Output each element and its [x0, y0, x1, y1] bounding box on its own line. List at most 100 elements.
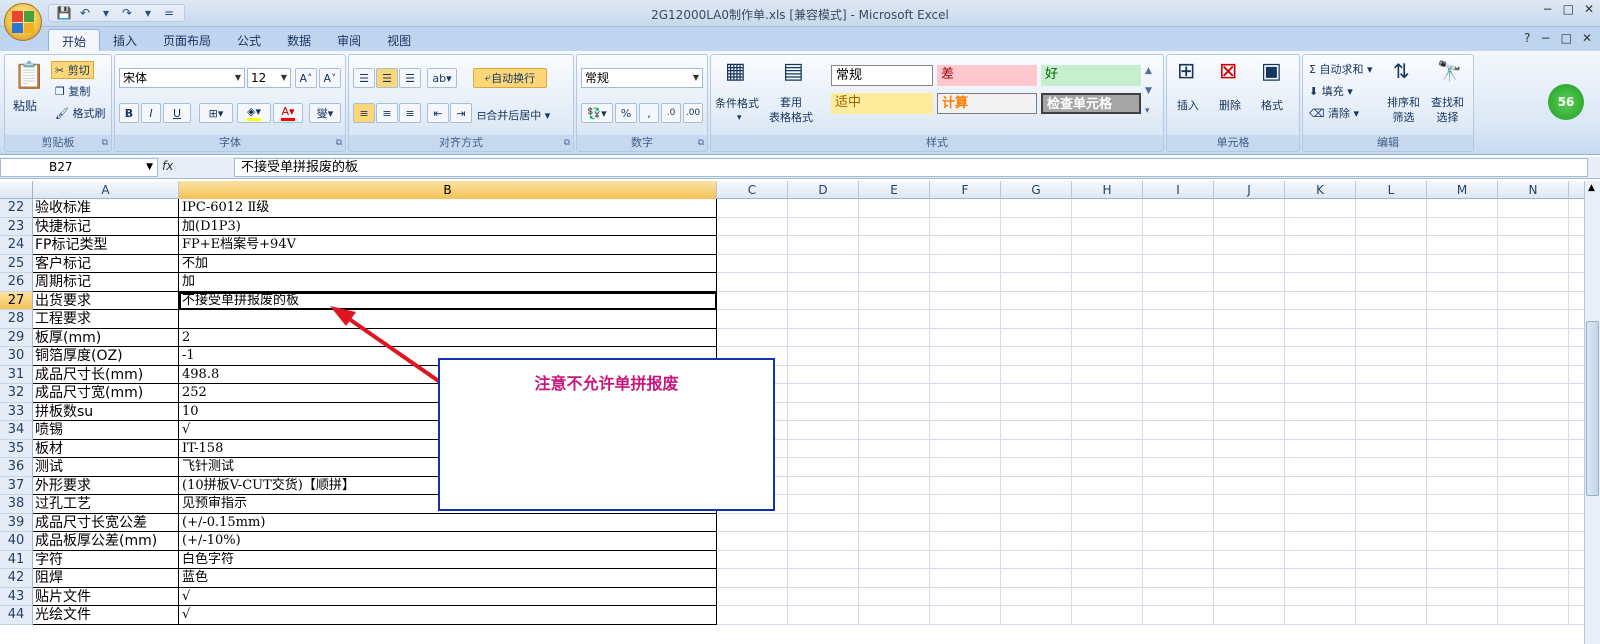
cell-b[interactable]: 蓝色: [179, 569, 717, 588]
row-header[interactable]: 37: [0, 476, 33, 495]
style-check-cell[interactable]: 检查单元格: [1041, 93, 1141, 114]
alignment-launcher-icon[interactable]: ⧉: [564, 138, 570, 148]
row-header[interactable]: 33: [0, 402, 33, 421]
office-button[interactable]: [4, 3, 42, 41]
row-header[interactable]: 23: [0, 217, 33, 236]
row-header[interactable]: 26: [0, 273, 33, 292]
format-painter-button[interactable]: 🖌 格式刷: [55, 105, 105, 121]
row-header[interactable]: 32: [0, 384, 33, 403]
decrease-decimal-button[interactable]: .00: [683, 103, 703, 123]
cell-b[interactable]: (+/-10%): [179, 532, 717, 551]
cell-b[interactable]: √: [179, 587, 717, 606]
format-cells-icon[interactable]: ▣: [1261, 59, 1282, 84]
row-header[interactable]: 30: [0, 347, 33, 366]
conditional-format-icon[interactable]: ▦: [725, 59, 746, 84]
tab-formulas[interactable]: 公式: [224, 29, 274, 53]
decrease-indent-button[interactable]: ⇤: [427, 103, 449, 123]
doc-minimize-button[interactable]: −: [1541, 31, 1551, 45]
column-header-H[interactable]: H: [1072, 181, 1143, 199]
align-center-button[interactable]: ≡: [376, 103, 398, 123]
row-header[interactable]: 36: [0, 458, 33, 477]
style-calculation[interactable]: 计算: [937, 93, 1037, 114]
column-header-N[interactable]: N: [1498, 181, 1569, 199]
styles-scroll-icon[interactable]: ▲ ▼ ▾: [1145, 61, 1152, 121]
table-format-button[interactable]: 套用 表格格式: [769, 95, 813, 125]
table-format-icon[interactable]: ▤: [783, 59, 804, 84]
style-bad[interactable]: 差: [937, 65, 1037, 86]
cell-a[interactable]: 成品板厚公差(mm): [33, 532, 179, 551]
sort-filter-button[interactable]: 排序和 筛选: [1387, 95, 1420, 125]
currency-button[interactable]: 💱▾: [581, 103, 613, 123]
cell-a[interactable]: 成品尺寸长宽公差: [33, 513, 179, 532]
formula-input[interactable]: 不接受单拼报废的板: [234, 158, 1588, 177]
worksheet-grid[interactable]: ABCDEFGHIJKLMN 22 验收标准 IPC-6012 Ⅱ级 23 快捷标记 加(…: [0, 181, 1584, 644]
tab-home[interactable]: 开始: [48, 29, 101, 53]
row-header[interactable]: 43: [0, 587, 33, 606]
align-bottom-button[interactable]: ☰: [399, 68, 421, 88]
find-binoculars-icon[interactable]: 🔭: [1437, 59, 1462, 83]
align-top-button[interactable]: ☰: [353, 68, 375, 88]
row-header[interactable]: 28: [0, 310, 33, 329]
column-header-E[interactable]: E: [859, 181, 930, 199]
scroll-up-icon[interactable]: ▲: [1588, 183, 1595, 193]
copy-button[interactable]: ❐ 复制: [55, 83, 90, 99]
cell-a[interactable]: FP标记类型: [33, 236, 179, 255]
comma-button[interactable]: ,: [639, 103, 659, 123]
sort-filter-icon[interactable]: ⇅: [1393, 59, 1410, 83]
cell-b[interactable]: IPC-6012 Ⅱ级: [179, 199, 717, 218]
number-format-combo[interactable]: 常规 ▼: [581, 68, 703, 88]
cell-a[interactable]: 成品尺寸长(mm): [33, 365, 179, 384]
align-left-button[interactable]: ≡: [353, 103, 375, 123]
cell-a[interactable]: 板材: [33, 439, 179, 458]
cell-a[interactable]: 客户标记: [33, 254, 179, 273]
tab-insert[interactable]: 插入: [100, 29, 150, 53]
cell-a[interactable]: 工程要求: [33, 310, 179, 329]
cond-dropdown-icon[interactable]: ▾: [737, 113, 742, 123]
autosum-button[interactable]: Σ 自动求和 ▾: [1309, 61, 1372, 77]
tab-review[interactable]: 审阅: [324, 29, 374, 53]
cell-b[interactable]: FP+E档案号+94V: [179, 236, 717, 255]
cell-a[interactable]: 喷锡: [33, 421, 179, 440]
bold-button[interactable]: B: [119, 103, 139, 123]
cell-b[interactable]: 白色字符: [179, 550, 717, 569]
cell-b[interactable]: [179, 310, 717, 329]
row-header[interactable]: 22: [0, 199, 33, 218]
cut-button[interactable]: ✂ 剪切: [51, 61, 94, 79]
close-button[interactable]: ✕: [1584, 2, 1594, 16]
style-good[interactable]: 好: [1041, 65, 1141, 86]
insert-cells-button[interactable]: 插入: [1177, 97, 1199, 113]
minimize-button[interactable]: −: [1543, 2, 1553, 16]
cell-a[interactable]: 光绘文件: [33, 606, 179, 625]
column-header-J[interactable]: J: [1214, 181, 1285, 199]
row-header[interactable]: 34: [0, 421, 33, 440]
row-header[interactable]: 40: [0, 532, 33, 551]
border-button[interactable]: ⊞▾: [199, 103, 233, 123]
fx-insert-function-button[interactable]: fx: [162, 159, 232, 177]
select-all-corner[interactable]: [0, 181, 33, 199]
cell-b[interactable]: (+/-0.15mm): [179, 513, 717, 532]
cell-a[interactable]: 出货要求: [33, 291, 179, 310]
cell-a[interactable]: 字符: [33, 550, 179, 569]
paste-button[interactable]: 粘贴: [13, 97, 37, 114]
cell-a[interactable]: 贴片文件: [33, 587, 179, 606]
name-box[interactable]: B27 ▼: [0, 158, 158, 177]
delete-cells-icon[interactable]: ⊠: [1219, 59, 1237, 84]
notification-badge[interactable]: 56: [1548, 84, 1584, 120]
align-middle-button[interactable]: ☰: [376, 68, 398, 88]
column-header-M[interactable]: M: [1427, 181, 1498, 199]
row-header[interactable]: 29: [0, 328, 33, 347]
cell-a[interactable]: 外形要求: [33, 476, 179, 495]
vertical-scrollbar[interactable]: ▲: [1584, 181, 1600, 644]
row-header[interactable]: 25: [0, 254, 33, 273]
cell-b[interactable]: √: [179, 606, 717, 625]
row-header[interactable]: 39: [0, 513, 33, 532]
font-size-combo[interactable]: 12 ▼: [247, 68, 291, 88]
grow-font-button[interactable]: A˄: [295, 68, 317, 88]
scroll-thumb[interactable]: [1586, 321, 1599, 496]
column-header-B[interactable]: B: [179, 181, 717, 199]
font-color-button[interactable]: A▾: [273, 103, 303, 123]
row-header[interactable]: 44: [0, 606, 33, 625]
cell-a[interactable]: 阻焊: [33, 569, 179, 588]
cell-a[interactable]: 快捷标记: [33, 217, 179, 236]
tab-page-layout[interactable]: 页面布局: [150, 29, 224, 53]
